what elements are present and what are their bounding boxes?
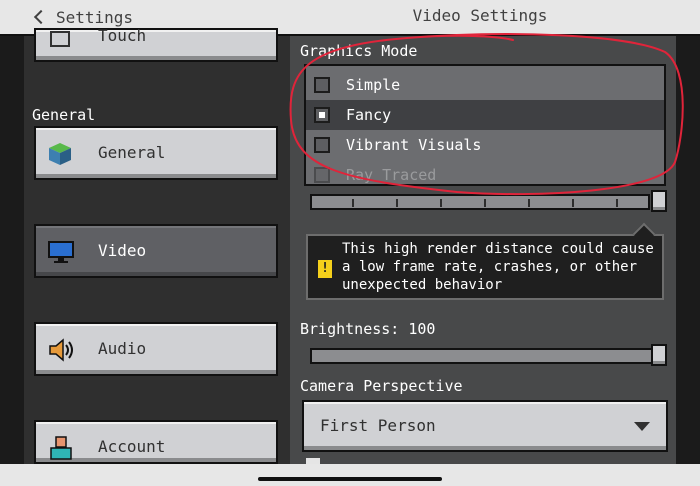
option-label: Ray Traced [346, 166, 437, 184]
option-label: Vibrant Visuals [346, 136, 482, 154]
sidebar-item-label: Account [98, 437, 166, 456]
page-title: Video Settings [412, 6, 548, 25]
warning-text: This high render distance could cause a … [342, 241, 654, 293]
checkbox-checked[interactable] [314, 107, 330, 123]
slider-tick [572, 199, 574, 207]
monitor-icon [48, 240, 74, 264]
home-indicator[interactable] [258, 477, 442, 481]
sidebar-item-general[interactable]: General [34, 126, 278, 180]
option-ray-traced[interactable]: Ray Traced [306, 160, 664, 184]
camera-perspective-select[interactable]: First Person [302, 400, 668, 452]
sidebar-item-account[interactable]: Account [34, 420, 278, 464]
slider-tick [616, 199, 618, 207]
sidebar-item-label: Video [98, 241, 147, 260]
sidebar-item-audio[interactable]: Audio [34, 322, 278, 376]
option-label: Fancy [346, 106, 392, 124]
video-settings-panel: Graphics Mode Simple Fancy Vibrant Visua… [290, 36, 676, 464]
back-label: Settings [56, 7, 134, 27]
render-distance-slider[interactable] [310, 194, 650, 210]
sidebar-item-label: General [98, 143, 166, 162]
warning-icon: ! [318, 260, 332, 278]
checkbox[interactable] [314, 77, 330, 93]
sidebar-item-label: Touch [98, 26, 147, 45]
sidebar-item-video[interactable]: Video [34, 224, 278, 278]
speaker-icon [48, 338, 74, 362]
chevron-left-icon [33, 9, 49, 25]
render-distance-warning: ! This high render distance could cause … [306, 222, 664, 300]
brightness-knob[interactable] [651, 344, 667, 366]
sidebar-item-touch[interactable]: Touch [34, 26, 278, 62]
brightness-label: Brightness: 100 [300, 320, 436, 338]
slider-tick [440, 199, 442, 207]
option-label: Simple [346, 76, 401, 94]
option-vibrant-visuals[interactable]: Vibrant Visuals [306, 130, 664, 160]
section-header-general: General [32, 106, 96, 124]
camera-perspective-label: Camera Perspective [300, 377, 463, 395]
slider-tick [528, 199, 530, 207]
sidebar-item-label: Audio [98, 339, 147, 358]
chevron-down-icon [634, 422, 650, 431]
checkbox[interactable] [314, 137, 330, 153]
grass-block-icon [48, 142, 74, 166]
graphics-mode-dropdown[interactable]: Simple Fancy Vibrant Visuals Ray Traced [304, 64, 666, 186]
brightness-slider[interactable] [310, 348, 662, 364]
settings-sidebar: Touch General General Video Audio Accoun… [24, 26, 290, 464]
slider-tick [484, 199, 486, 207]
touch-icon [48, 30, 74, 54]
selected-value: First Person [320, 416, 436, 435]
slider-tick [396, 199, 398, 207]
bottom-bar [0, 464, 700, 486]
person-icon [48, 436, 74, 460]
graphics-mode-label: Graphics Mode [300, 42, 418, 60]
checkbox[interactable] [314, 167, 330, 183]
option-fancy[interactable]: Fancy [306, 100, 664, 130]
render-distance-knob[interactable] [651, 190, 667, 212]
slider-tick [352, 199, 354, 207]
option-simple[interactable]: Simple [306, 70, 664, 100]
